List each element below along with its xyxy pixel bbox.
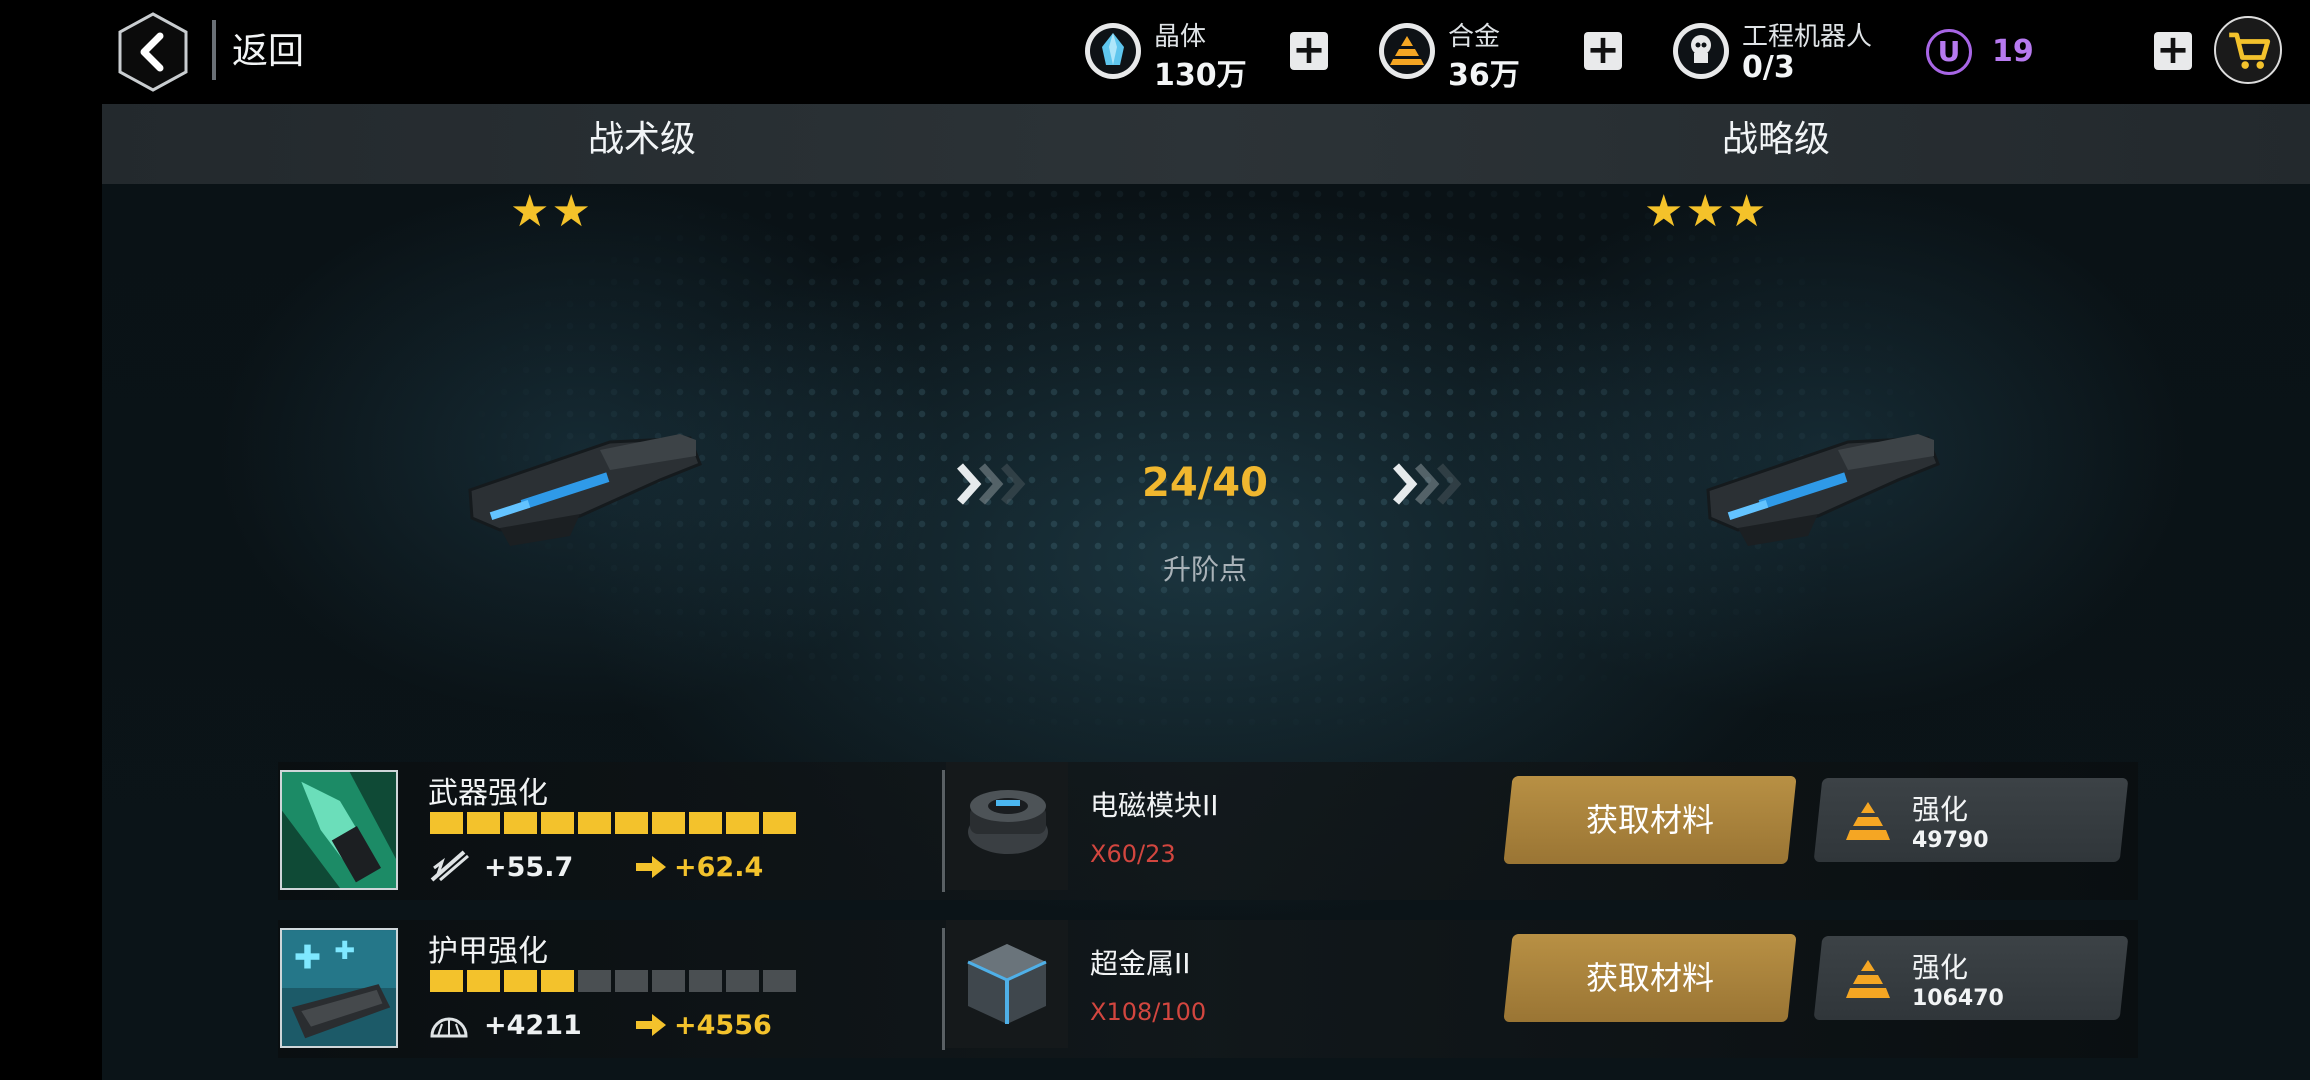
robot-icon	[1673, 23, 1729, 79]
level-pip	[541, 812, 574, 834]
promotion-points-label: 升阶点	[1162, 553, 1247, 586]
weapon-current-image	[468, 434, 702, 546]
material-count: X60/23	[1090, 840, 1176, 868]
resource-value: 36万	[1448, 58, 1520, 93]
level-pip	[578, 812, 611, 834]
weapon-upgrade-thumbnail	[280, 770, 398, 890]
resource-value: 0/3	[1742, 50, 1795, 85]
get-materials-button[interactable]: 获取材料	[1503, 776, 1797, 864]
get-materials-label: 获取材料	[1585, 801, 1714, 839]
stat-next: +62.4	[674, 852, 764, 883]
upgrade-name: 护甲强化	[428, 934, 548, 969]
upgrade-row-armor: ✚ ✚ 护甲强化 +4211 +4556 超金属II X108/100 获取材料	[278, 920, 2138, 1058]
tier-header-bar	[102, 104, 2310, 184]
upgrade-name: 武器强化	[428, 776, 548, 811]
weapon-damage-icon	[430, 850, 469, 882]
tier-stars-current: ★★	[510, 186, 593, 237]
level-pip	[615, 970, 648, 992]
divider	[942, 928, 945, 1050]
chevron-right-icon	[957, 463, 1026, 505]
level-pip	[467, 970, 500, 992]
stat-current: +4211	[484, 1010, 582, 1041]
alloy-icon	[1846, 960, 1890, 998]
armor-icon	[430, 1017, 468, 1038]
stat-current: +55.7	[484, 852, 574, 883]
back-label[interactable]: 返回	[232, 22, 304, 74]
alloy-icon	[1846, 802, 1890, 840]
svg-text:✚: ✚	[294, 939, 322, 977]
divider	[942, 770, 945, 892]
weapon-next-image	[1706, 434, 1940, 546]
upgrade-label: 强化	[1912, 951, 1969, 984]
upgrade-level-bar	[430, 970, 796, 992]
level-pip	[541, 970, 574, 992]
stat-next: +4556	[674, 1010, 772, 1041]
get-materials-label: 获取材料	[1585, 959, 1714, 997]
upgrade-level-bar	[430, 812, 796, 834]
resource-value: 130万	[1154, 58, 1247, 93]
upgrade-cost: 106470	[1912, 986, 2004, 1011]
dot-pattern	[102, 100, 2310, 750]
resource-name: 晶体	[1154, 22, 1207, 52]
upgrade-label: 强化	[1912, 793, 1969, 826]
level-pip	[652, 970, 685, 992]
u-currency-icon: U	[1926, 29, 1972, 75]
level-pip	[652, 812, 685, 834]
alloy-icon	[1379, 23, 1435, 79]
level-pip	[689, 812, 722, 834]
resource-name: 合金	[1448, 22, 1501, 52]
level-pip	[615, 812, 648, 834]
upgrade-button[interactable]: 强化 49790	[1813, 778, 2129, 862]
level-pip	[430, 970, 463, 992]
level-pip	[726, 970, 759, 992]
level-pip	[763, 812, 796, 834]
arrow-right-icon	[636, 856, 666, 878]
back-button[interactable]	[116, 10, 190, 94]
level-pip	[430, 812, 463, 834]
crystal-icon	[1085, 23, 1141, 79]
em-module-icon[interactable]	[946, 762, 1068, 890]
level-pip	[504, 970, 537, 992]
upgrade-cost: 49790	[1912, 828, 1989, 853]
level-pip	[763, 970, 796, 992]
material-name: 超金属II	[1090, 947, 1191, 980]
upgrade-button[interactable]: 强化 106470	[1813, 936, 2129, 1020]
add-crystal-button[interactable]: +	[1290, 30, 1328, 70]
add-currency-button[interactable]: +	[2154, 30, 2192, 70]
svg-text:✚: ✚	[334, 936, 355, 965]
armor-upgrade-thumbnail: ✚ ✚	[280, 928, 398, 1048]
arrow-right-icon	[636, 1014, 666, 1036]
add-alloy-button[interactable]: +	[1584, 30, 1622, 70]
upgrade-row-weapon: 武器强化 +55.7 +62.4 电磁模块II X60/23 获取材料 强化 4…	[278, 762, 2138, 900]
material-name: 电磁模块II	[1090, 789, 1219, 822]
level-pip	[689, 970, 722, 992]
u-currency-count: 19	[1992, 34, 2034, 69]
level-pip	[578, 970, 611, 992]
tier-title-next: 战略级	[1722, 119, 1831, 160]
level-pip	[726, 812, 759, 834]
resource-name: 工程机器人	[1742, 22, 1873, 52]
level-pip	[504, 812, 537, 834]
shop-cart-icon[interactable]	[2214, 16, 2282, 84]
level-pip	[467, 812, 500, 834]
get-materials-button[interactable]: 获取材料	[1503, 934, 1797, 1022]
tier-stars-next: ★★★	[1644, 186, 1769, 237]
promotion-points-value: 24/40	[1142, 460, 1268, 506]
chevron-right-icon	[1393, 463, 1462, 505]
material-count: X108/100	[1090, 998, 1207, 1026]
back-separator	[212, 20, 216, 80]
tier-title-current: 战术级	[588, 119, 697, 160]
super-metal-icon[interactable]	[946, 920, 1068, 1048]
